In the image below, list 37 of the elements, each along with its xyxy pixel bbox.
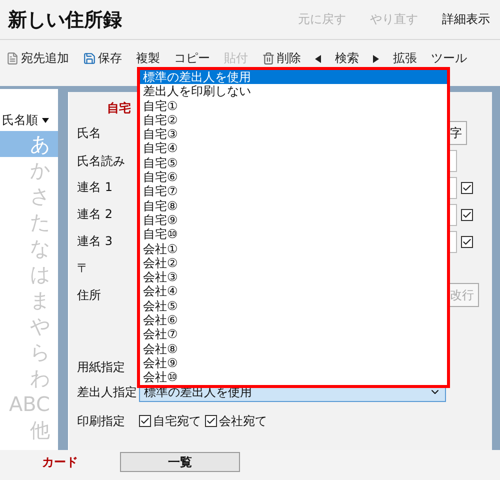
field-label: 住所	[77, 287, 102, 304]
dropdown-arrow-icon	[42, 118, 49, 122]
checkbox-label: 自宅宛て	[153, 412, 201, 430]
previous-icon[interactable]	[315, 55, 321, 63]
window-title: 新しい住所録	[8, 8, 123, 32]
checkbox[interactable]	[461, 236, 473, 248]
toolbar-button[interactable]: コピー	[174, 50, 210, 67]
trash-icon	[262, 52, 275, 65]
save-icon	[83, 52, 96, 65]
toolbar-button[interactable]: 拡張	[393, 50, 417, 67]
header-action[interactable]: 詳細表示	[442, 11, 490, 28]
toolbar-button[interactable]: 保存	[83, 50, 122, 67]
toolbar-button[interactable]: 複製	[136, 50, 160, 67]
field-label: 氏名	[77, 124, 102, 142]
checkbox[interactable]	[205, 415, 217, 427]
toolbar-button[interactable]: 宛先追加	[6, 50, 69, 67]
toolbar-button[interactable]: ツール	[431, 50, 467, 67]
checkbox[interactable]	[461, 208, 473, 220]
checkbox[interactable]	[139, 415, 151, 427]
section-heading: 自宅	[107, 100, 131, 117]
dropdown-option[interactable]: 標準の差出人を使用	[140, 70, 447, 84]
tab[interactable]: 一覧	[120, 452, 240, 472]
field-label: 差出人指定	[77, 384, 138, 400]
field-label: 氏名読み	[77, 152, 126, 170]
next-icon[interactable]	[373, 55, 379, 63]
sort-dropdown[interactable]: 氏名順	[0, 109, 58, 131]
field-label: 〒	[77, 260, 90, 276]
document-icon	[6, 52, 19, 65]
field-label: 連名 2	[77, 206, 114, 223]
field-label: 連名 1	[77, 179, 114, 196]
checkbox-label: 会社宛て	[219, 412, 267, 430]
field-label: 用紙指定	[77, 358, 126, 376]
field-label: 連名 3	[77, 233, 114, 250]
field-label: 印刷指定	[77, 412, 126, 430]
toolbar-button[interactable]: 削除	[262, 50, 301, 67]
toolbar-button[interactable]: 検索	[335, 50, 359, 67]
checkbox[interactable]	[461, 182, 473, 194]
